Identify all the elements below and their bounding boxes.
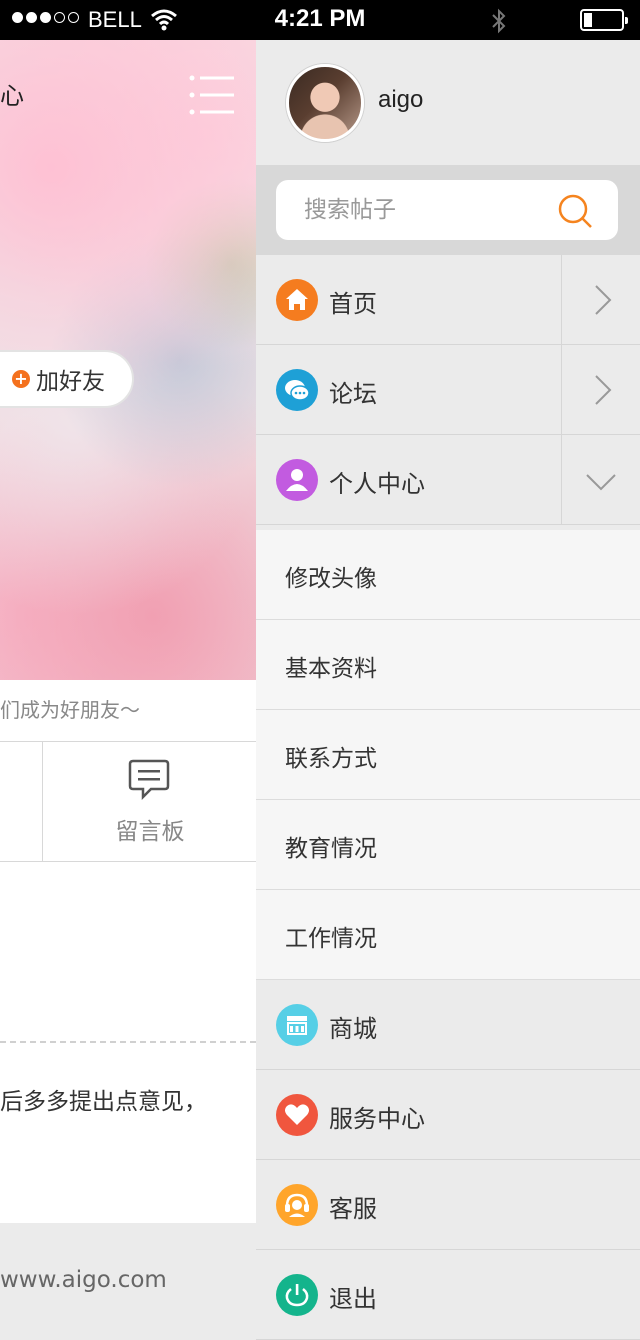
sub-item-education[interactable]: 教育情况 — [256, 800, 640, 890]
battery-icon — [580, 9, 628, 31]
plus-icon: + — [12, 370, 30, 388]
nav-item-shop[interactable]: 商城 — [256, 980, 640, 1070]
sub-item-label: 基本资料 — [285, 656, 377, 682]
nav-item-label: 商城 — [329, 1015, 377, 1043]
side-drawer: aigo 首页 论坛 个人中心 — [256, 40, 640, 1340]
nav-item-label: 退出 — [329, 1285, 377, 1313]
search-box[interactable] — [276, 180, 618, 240]
home-icon — [276, 279, 318, 321]
message-board-button[interactable]: 留言板 — [42, 742, 256, 862]
nav-item-label: 服务中心 — [329, 1105, 425, 1133]
chevron-down-icon — [586, 474, 616, 491]
collapse-button[interactable] — [561, 435, 640, 525]
chevron-right-icon — [595, 285, 612, 315]
nav-item-label: 客服 — [329, 1195, 377, 1223]
username: aigo — [378, 86, 424, 113]
expand-button[interactable] — [561, 255, 640, 345]
expand-button[interactable] — [561, 345, 640, 435]
nav-item-customer-service[interactable]: 客服 — [256, 1160, 640, 1250]
search-icon[interactable] — [556, 192, 596, 236]
add-friend-button[interactable]: + 加好友 — [0, 350, 134, 408]
nav-item-service-center[interactable]: 服务中心 — [256, 1070, 640, 1160]
drawer-profile[interactable]: aigo — [256, 40, 640, 165]
status-time: 4:21 PM — [274, 5, 366, 32]
add-friend-label: 加好友 — [36, 369, 105, 395]
shop-icon — [276, 1004, 318, 1046]
menu-icon[interactable] — [188, 74, 236, 120]
bluetooth-icon — [490, 8, 508, 38]
sub-item-contact[interactable]: 联系方式 — [256, 710, 640, 800]
divider — [0, 861, 256, 862]
message-board-label: 留言板 — [115, 819, 185, 845]
status-bar: BELL 4:21 PM — [0, 0, 640, 40]
avatar[interactable] — [286, 64, 364, 142]
nav-item-personal-center[interactable]: 个人中心 — [256, 435, 640, 525]
footer-url: www.aigo.com — [0, 1267, 167, 1293]
banner-subtitle: 们成为好朋友～ — [0, 698, 140, 722]
headset-icon — [276, 1184, 318, 1226]
sub-item-change-avatar[interactable]: 修改头像 — [256, 530, 640, 620]
sub-item-label: 教育情况 — [285, 836, 377, 862]
search-input[interactable] — [304, 180, 554, 240]
sub-item-label: 联系方式 — [285, 746, 377, 772]
message-icon — [127, 758, 171, 806]
nav-item-label: 个人中心 — [329, 470, 425, 498]
background-page: 心 + 加好友 们成为好朋友～ 留言板 后多多提出点意见， www.aigo.c… — [0, 40, 256, 1340]
chat-icon — [276, 369, 318, 411]
nav-item-label: 首页 — [329, 290, 377, 318]
sub-item-label: 工作情况 — [285, 926, 377, 952]
feedback-text: 后多多提出点意见， — [0, 1089, 207, 1115]
sub-item-basic-info[interactable]: 基本资料 — [256, 620, 640, 710]
dashed-divider — [0, 1041, 256, 1043]
sub-item-work[interactable]: 工作情况 — [256, 890, 640, 980]
nav-item-logout[interactable]: 退出 — [256, 1250, 640, 1340]
nav-item-home[interactable]: 首页 — [256, 255, 640, 345]
search-bar — [256, 165, 640, 255]
page-title: 心 — [0, 82, 24, 110]
nav-item-label: 论坛 — [329, 380, 377, 408]
heart-icon — [276, 1094, 318, 1136]
power-icon — [276, 1274, 318, 1316]
profile-banner: 心 + 加好友 — [0, 40, 256, 680]
user-icon — [276, 459, 318, 501]
chevron-right-icon — [595, 375, 612, 405]
sub-item-label: 修改头像 — [285, 566, 377, 592]
nav-item-forum[interactable]: 论坛 — [256, 345, 640, 435]
page-footer: www.aigo.com — [0, 1223, 256, 1340]
